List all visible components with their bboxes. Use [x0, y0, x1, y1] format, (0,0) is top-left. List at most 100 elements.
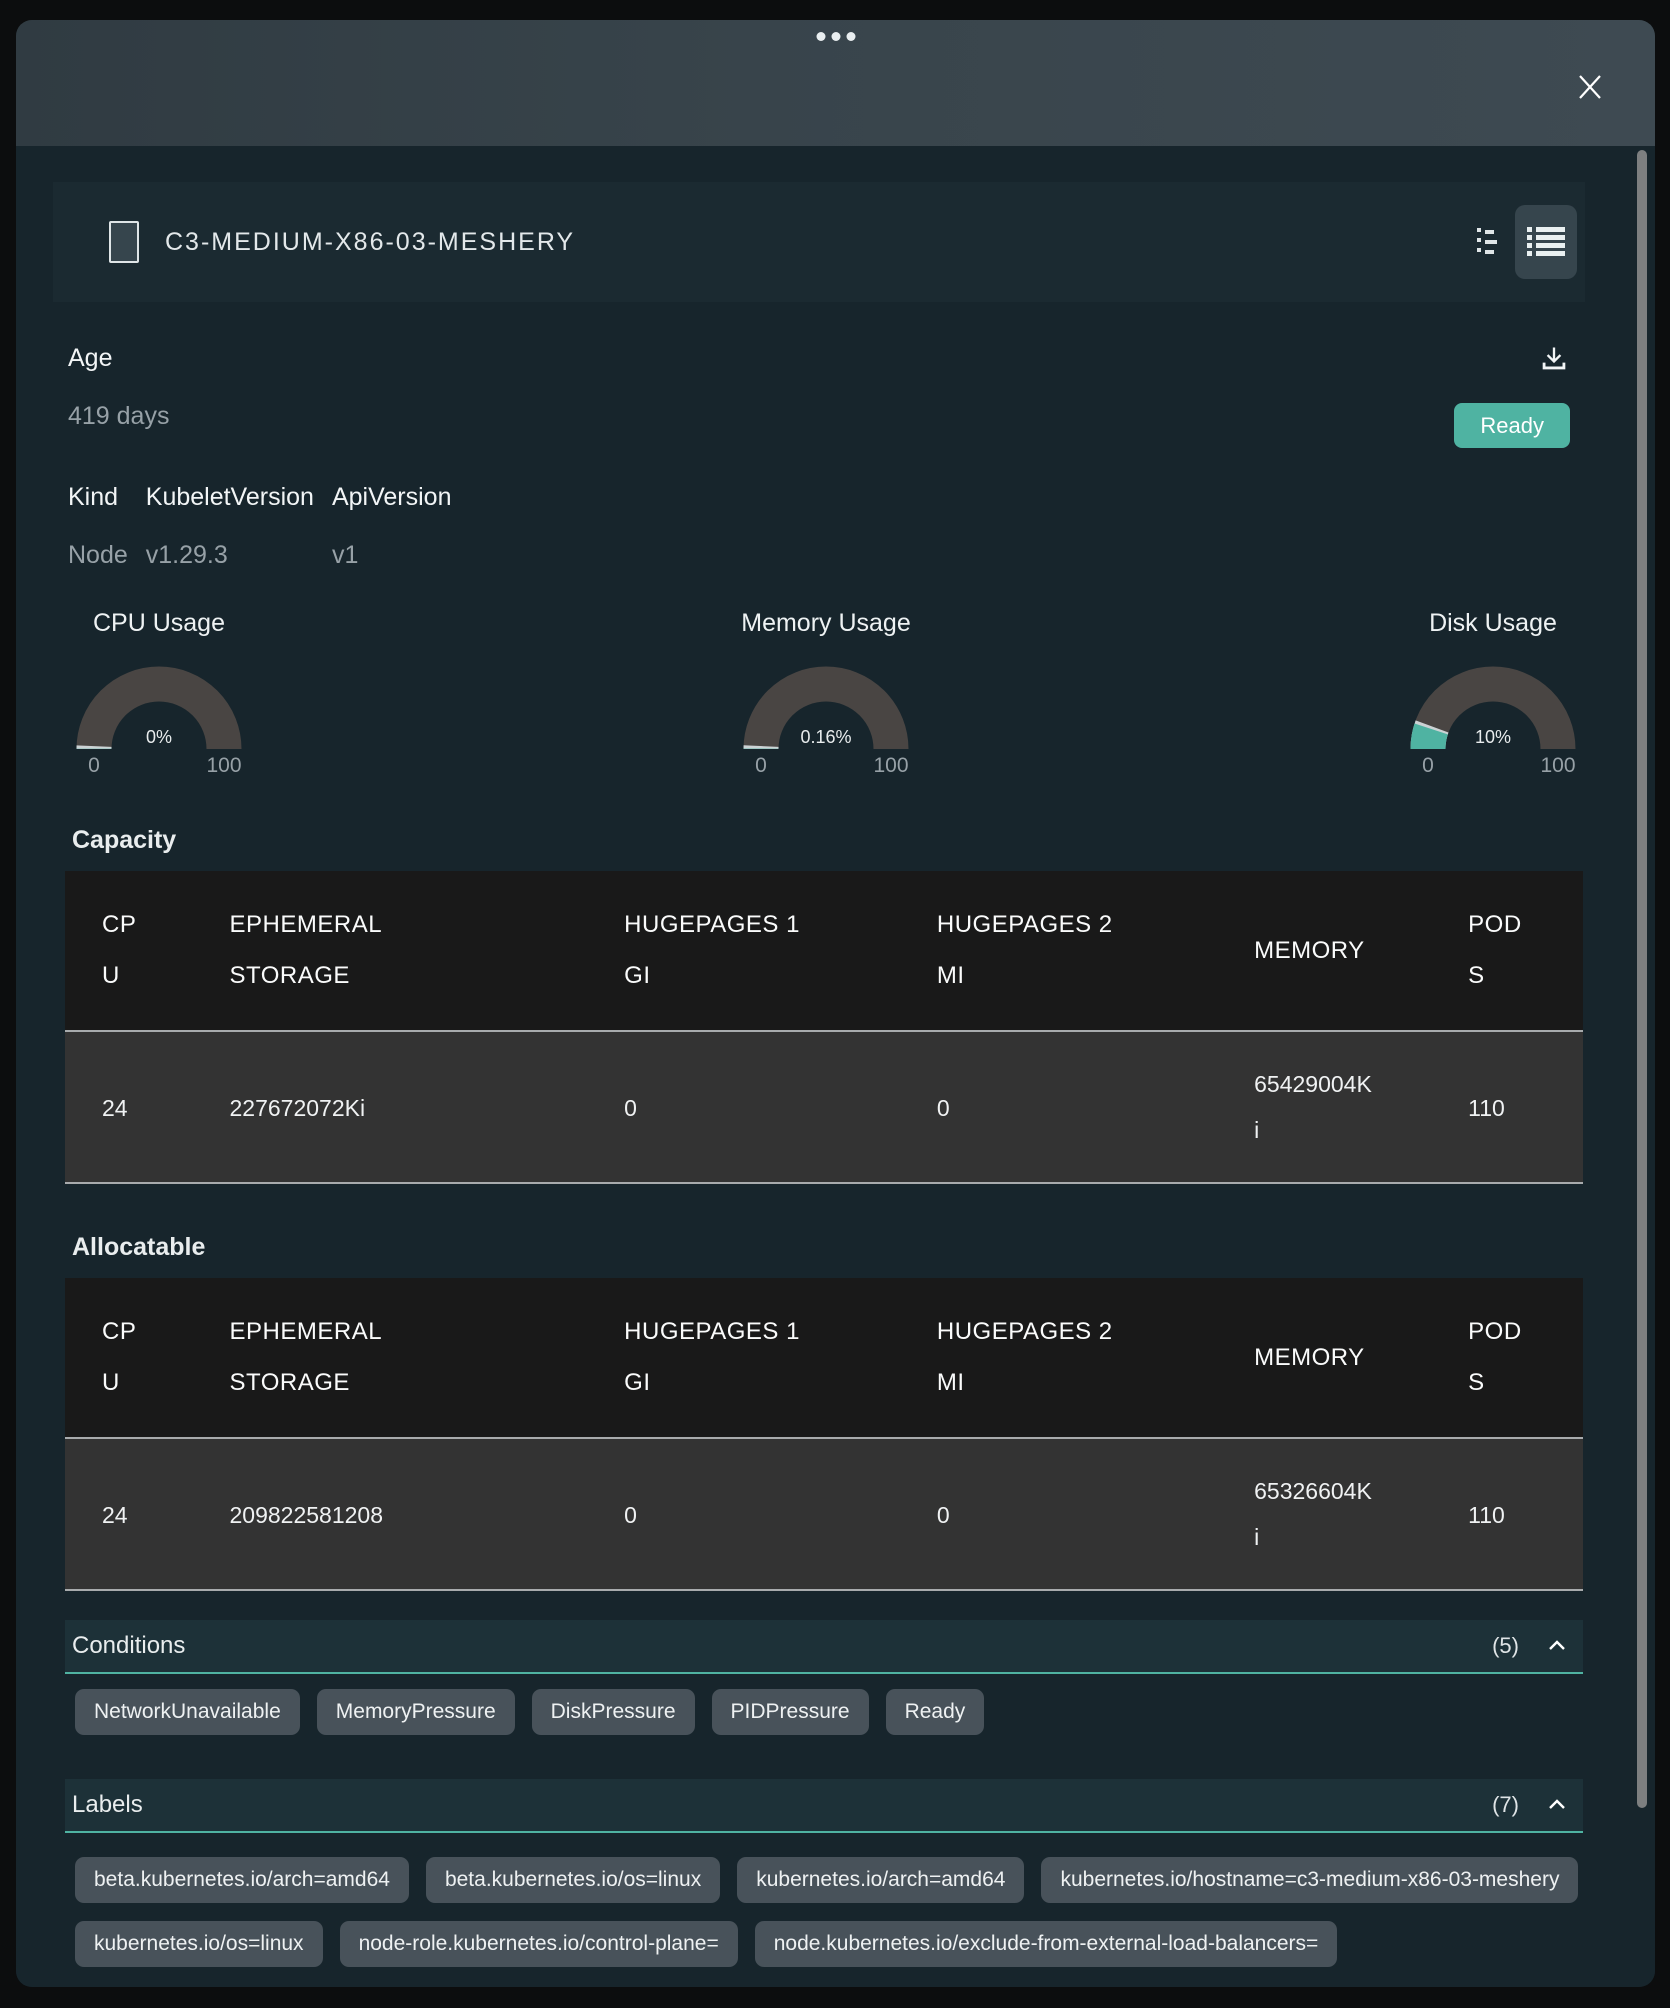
age-actions: Ready — [1454, 342, 1570, 448]
cell-hp1: 0 — [624, 1085, 637, 1131]
column-header: EPHEMERAL STORAGE — [230, 900, 390, 1001]
status-badge: Ready — [1454, 403, 1570, 448]
cell-hp2: 0 — [937, 1085, 950, 1131]
allocatable-header-row: CPU EPHEMERAL STORAGE HUGEPAGES 1 GI HUG… — [65, 1278, 1583, 1438]
allocatable-data-row: 24 209822581208 0 0 65326604Ki 110 — [65, 1438, 1583, 1590]
label-chip[interactable]: kubernetes.io/arch=amd64 — [737, 1857, 1024, 1903]
meta-value: Node — [68, 539, 128, 571]
disk-usage-gauge: Disk Usage 10% 0 100 — [1409, 607, 1577, 777]
meta-label: KubeletVersion — [146, 481, 314, 513]
condition-chip[interactable]: NetworkUnavailable — [75, 1689, 300, 1735]
column-header: HUGEPAGES 1 GI — [624, 1307, 809, 1408]
list-view-icon — [1527, 226, 1565, 258]
age-section: Age 419 days Ready — [68, 342, 1570, 448]
download-icon — [1540, 344, 1568, 372]
chevron-up-icon — [1545, 1793, 1569, 1817]
condition-chip[interactable]: Ready — [886, 1689, 985, 1735]
scrollbar-thumb[interactable] — [1637, 150, 1647, 1808]
meta-value: v1.29.3 — [146, 539, 314, 571]
drag-handle-dots-icon[interactable] — [816, 32, 855, 41]
condition-chip[interactable]: DiskPressure — [532, 1689, 695, 1735]
svg-text:0%: 0% — [146, 727, 172, 747]
close-icon — [1575, 72, 1605, 102]
gauge-chart: 0.16% 0 100 — [742, 659, 910, 777]
conditions-count: (5) — [1492, 1633, 1519, 1659]
label-chip[interactable]: kubernetes.io/os=linux — [75, 1921, 323, 1967]
capacity-table: CPU EPHEMERAL STORAGE HUGEPAGES 1 GI HUG… — [65, 871, 1583, 1184]
gauge-title: CPU Usage — [93, 607, 225, 639]
meta-label: ApiVersion — [332, 481, 452, 513]
cpu-usage-gauge: CPU Usage 0% 0 100 — [75, 607, 243, 777]
svg-text:100: 100 — [206, 754, 241, 777]
list-view-button[interactable] — [1515, 205, 1577, 279]
gauge-chart: 10% 0 100 — [1409, 659, 1577, 777]
gauge-title: Disk Usage — [1429, 607, 1557, 639]
meta-label: Kind — [68, 481, 128, 513]
chevron-up-icon — [1545, 1634, 1569, 1658]
column-header: MEMORY — [1254, 1333, 1365, 1383]
cell-hp2: 0 — [937, 1492, 950, 1538]
svg-text:0: 0 — [1422, 754, 1434, 777]
memory-usage-gauge: Memory Usage 0.16% 0 100 — [741, 607, 911, 777]
labels-section-header[interactable]: Labels (7) — [65, 1779, 1583, 1833]
close-button[interactable] — [1571, 68, 1609, 106]
meta-field-kubelet-version: KubeletVersion v1.29.3 — [146, 481, 314, 571]
config-view-button[interactable] — [1475, 226, 1499, 258]
label-chip[interactable]: node.kubernetes.io/exclude-from-external… — [755, 1921, 1338, 1967]
column-header: HUGEPAGES 2 MI — [937, 1307, 1122, 1408]
page-background: { "dialog": { "title": "C3-MEDIUM-X86-03… — [0, 0, 1670, 2008]
cell-pods: 110 — [1468, 1492, 1505, 1538]
meta-section: Kind Node KubeletVersion v1.29.3 ApiVers… — [68, 481, 1570, 571]
gauge-chart: 0% 0 100 — [75, 659, 243, 777]
labels-title: Labels — [72, 1791, 1492, 1819]
usage-gauges: CPU Usage 0% 0 100 Memory Usage 0.16% — [75, 607, 1577, 777]
svg-text:100: 100 — [873, 754, 908, 777]
cell-pods: 110 — [1468, 1085, 1505, 1131]
node-title: C3-MEDIUM-X86-03-MESHERY — [165, 228, 1475, 257]
node-select-checkbox[interactable] — [109, 221, 139, 263]
age-field: Age 419 days — [68, 342, 169, 448]
label-chip[interactable]: beta.kubernetes.io/os=linux — [426, 1857, 720, 1903]
cell-cpu: 24 — [102, 1492, 128, 1538]
column-header: EPHEMERAL STORAGE — [230, 1307, 390, 1408]
view-toggle-group — [1475, 205, 1577, 279]
download-button[interactable] — [1538, 342, 1570, 377]
capacity-header-row: CPU EPHEMERAL STORAGE HUGEPAGES 1 GI HUG… — [65, 871, 1583, 1031]
column-header: PODS — [1468, 900, 1526, 1001]
column-header: CPU — [102, 900, 142, 1001]
svg-text:0: 0 — [755, 754, 767, 777]
label-chip[interactable]: node-role.kubernetes.io/control-plane= — [340, 1921, 738, 1967]
labels-chip-list: beta.kubernetes.io/arch=amd64 beta.kuber… — [75, 1857, 1585, 1967]
capacity-data-row: 24 227672072Ki 0 0 65429004Ki 110 — [65, 1031, 1583, 1183]
cell-hp1: 0 — [624, 1492, 637, 1538]
age-label: Age — [68, 342, 169, 374]
labels-count: (7) — [1492, 1792, 1519, 1818]
column-header: CPU — [102, 1307, 142, 1408]
meta-field-kind: Kind Node — [68, 481, 128, 571]
svg-text:100: 100 — [1540, 754, 1575, 777]
cell-memory: 65429004Ki — [1254, 1061, 1376, 1153]
label-chip[interactable]: beta.kubernetes.io/arch=amd64 — [75, 1857, 409, 1903]
allocatable-table: CPU EPHEMERAL STORAGE HUGEPAGES 1 GI HUG… — [65, 1278, 1583, 1591]
node-title-card: C3-MEDIUM-X86-03-MESHERY — [53, 182, 1585, 302]
meta-field-api-version: ApiVersion v1 — [332, 481, 452, 571]
column-header: HUGEPAGES 2 MI — [937, 900, 1122, 1001]
modal-body: C3-MEDIUM-X86-03-MESHERY — [16, 146, 1655, 1987]
condition-chip[interactable]: MemoryPressure — [317, 1689, 515, 1735]
meta-value: v1 — [332, 539, 452, 571]
node-details-modal: C3-MEDIUM-X86-03-MESHERY — [16, 20, 1655, 1987]
label-chip[interactable]: kubernetes.io/hostname=c3-medium-x86-03-… — [1041, 1857, 1578, 1903]
gauge-title: Memory Usage — [741, 607, 911, 639]
svg-text:0: 0 — [88, 754, 100, 777]
capacity-title: Capacity — [72, 824, 1585, 856]
cell-storage: 227672072Ki — [230, 1085, 366, 1131]
age-value: 419 days — [68, 400, 169, 432]
conditions-title: Conditions — [72, 1632, 1492, 1660]
column-header: PODS — [1468, 1307, 1526, 1408]
condition-chip[interactable]: PIDPressure — [712, 1689, 869, 1735]
svg-text:0.16%: 0.16% — [800, 727, 851, 747]
conditions-section-header[interactable]: Conditions (5) — [65, 1620, 1583, 1674]
cell-memory: 65326604Ki — [1254, 1468, 1376, 1560]
column-header: HUGEPAGES 1 GI — [624, 900, 809, 1001]
modal-header — [16, 20, 1655, 146]
